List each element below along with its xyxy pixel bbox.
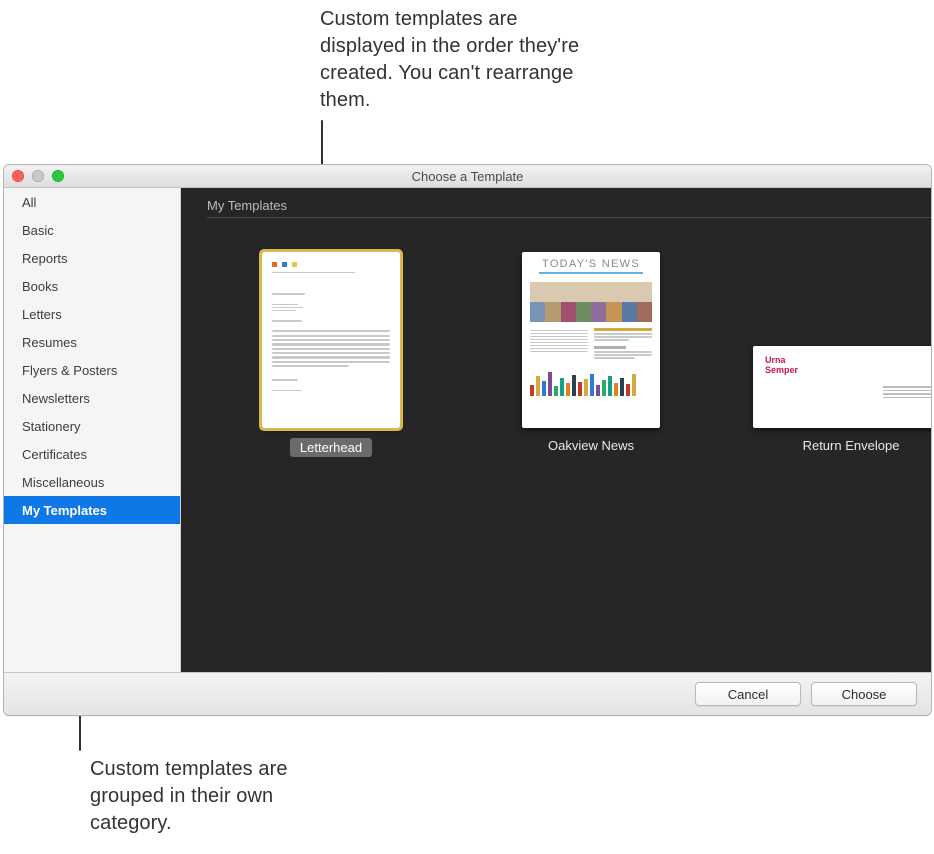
callout-bottom: Custom templates are grouped in their ow…	[90, 756, 350, 837]
traffic-lights	[12, 170, 64, 182]
sidebar-item-my-templates[interactable]: My Templates	[4, 496, 180, 524]
cancel-button[interactable]: Cancel	[695, 682, 801, 706]
sidebar-item-stationery[interactable]: Stationery	[4, 412, 180, 440]
section-header: My Templates	[207, 188, 932, 218]
titlebar: Choose a Template	[4, 165, 931, 188]
template-grid: Letterhead TODAY'S NEWS	[181, 218, 932, 672]
choose-button[interactable]: Choose	[811, 682, 917, 706]
template-pane: My Templates	[181, 188, 932, 672]
news-masthead: TODAY'S NEWS	[530, 258, 652, 270]
sidebar-item-resumes[interactable]: Resumes	[4, 328, 180, 356]
minimize-icon	[32, 170, 44, 182]
window-title: Choose a Template	[412, 169, 524, 184]
sidebar-item-letters[interactable]: Letters	[4, 300, 180, 328]
template-label: Letterhead	[290, 438, 372, 457]
template-thumb[interactable]: TODAY'S NEWS	[522, 252, 660, 428]
callout-top: Custom templates are displayed in the or…	[320, 6, 600, 114]
template-label: Oakview News	[548, 438, 634, 453]
template-label: Return Envelope	[803, 438, 900, 453]
template-thumb[interactable]	[262, 252, 400, 428]
sidebar-item-books[interactable]: Books	[4, 272, 180, 300]
sidebar-item-miscellaneous[interactable]: Miscellaneous	[4, 468, 180, 496]
sidebar-item-basic[interactable]: Basic	[4, 216, 180, 244]
sidebar-item-certificates[interactable]: Certificates	[4, 440, 180, 468]
env-name2: Semper	[765, 366, 932, 376]
category-sidebar: All Basic Reports Books Letters Resumes …	[4, 188, 181, 672]
template-chooser-window: Choose a Template All Basic Reports Book…	[3, 164, 932, 716]
template-thumb[interactable]: Urna Semper	[753, 346, 932, 428]
sidebar-item-flyers[interactable]: Flyers & Posters	[4, 356, 180, 384]
sidebar-item-reports[interactable]: Reports	[4, 244, 180, 272]
template-item-letterhead[interactable]: Letterhead	[231, 252, 431, 457]
close-icon[interactable]	[12, 170, 24, 182]
sidebar-item-all[interactable]: All	[4, 188, 180, 216]
zoom-icon[interactable]	[52, 170, 64, 182]
footer: Cancel Choose	[4, 672, 931, 715]
template-item-envelope[interactable]: Urna Semper Return Envelope	[751, 252, 932, 453]
sidebar-item-newsletters[interactable]: Newsletters	[4, 384, 180, 412]
template-item-news[interactable]: TODAY'S NEWS	[491, 252, 691, 453]
